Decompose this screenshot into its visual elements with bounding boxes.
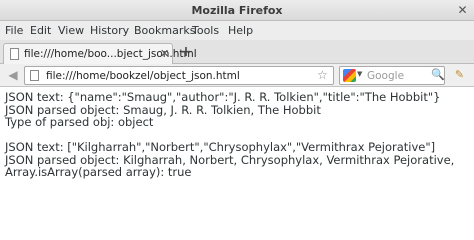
search-icon[interactable]: 🔍 xyxy=(431,68,445,81)
addon-icon[interactable]: ✎ xyxy=(452,68,467,82)
window-close-button[interactable]: ✕ xyxy=(454,2,471,19)
menu-view[interactable]: View xyxy=(58,24,84,37)
chevron-down-icon[interactable]: ▼ xyxy=(357,70,362,78)
navigation-toolbar: ◀ file:///home/bookzel/object_json.html … xyxy=(0,64,474,87)
url-bar[interactable]: file:///home/bookzel/object_json.html ☆ … xyxy=(24,66,357,85)
url-text[interactable]: file:///home/bookzel/object_json.html xyxy=(46,70,240,82)
menu-edit[interactable]: Edit xyxy=(30,24,51,37)
output-line: Type of parsed obj: object xyxy=(5,115,154,129)
window-title: Mozilla Firefox xyxy=(191,4,283,17)
search-input[interactable]: Google xyxy=(367,70,404,82)
search-bar[interactable]: ▼ Google 🔍 xyxy=(339,66,445,85)
document-icon xyxy=(10,48,19,60)
google-icon[interactable] xyxy=(343,69,356,82)
output-line: JSON text: {"name":"Smaug","author":"J. … xyxy=(5,90,441,104)
output-line: JSON text: ["Kilgharrah","Norbert","Chry… xyxy=(5,140,436,154)
bookmark-star-icon[interactable]: ☆ xyxy=(317,68,328,82)
menu-bookmarks[interactable]: Bookmarks xyxy=(134,24,195,37)
tab-active[interactable]: file:///home/boo...bject_json.html ✕ xyxy=(3,43,197,65)
tab-strip: file:///home/boo...bject_json.html ✕ + xyxy=(0,40,474,65)
tab-title: file:///home/boo...bject_json.html xyxy=(24,48,197,60)
output-line: Array.isArray(parsed array): true xyxy=(5,165,192,179)
back-button[interactable]: ◀ xyxy=(4,67,22,84)
window-titlebar: Mozilla Firefox ✕ xyxy=(0,0,474,21)
page-content: JSON text: {"name":"Smaug","author":"J. … xyxy=(0,88,474,207)
menu-help[interactable]: Help xyxy=(228,24,253,37)
menu-history[interactable]: History xyxy=(90,24,129,37)
new-tab-button[interactable]: + xyxy=(178,45,194,61)
menubar: File Edit View History Bookmarks Tools H… xyxy=(0,21,474,40)
page-icon xyxy=(30,70,39,81)
menu-file[interactable]: File xyxy=(5,24,23,37)
menu-tools[interactable]: Tools xyxy=(192,24,219,37)
tab-close-icon[interactable]: ✕ xyxy=(160,47,169,60)
